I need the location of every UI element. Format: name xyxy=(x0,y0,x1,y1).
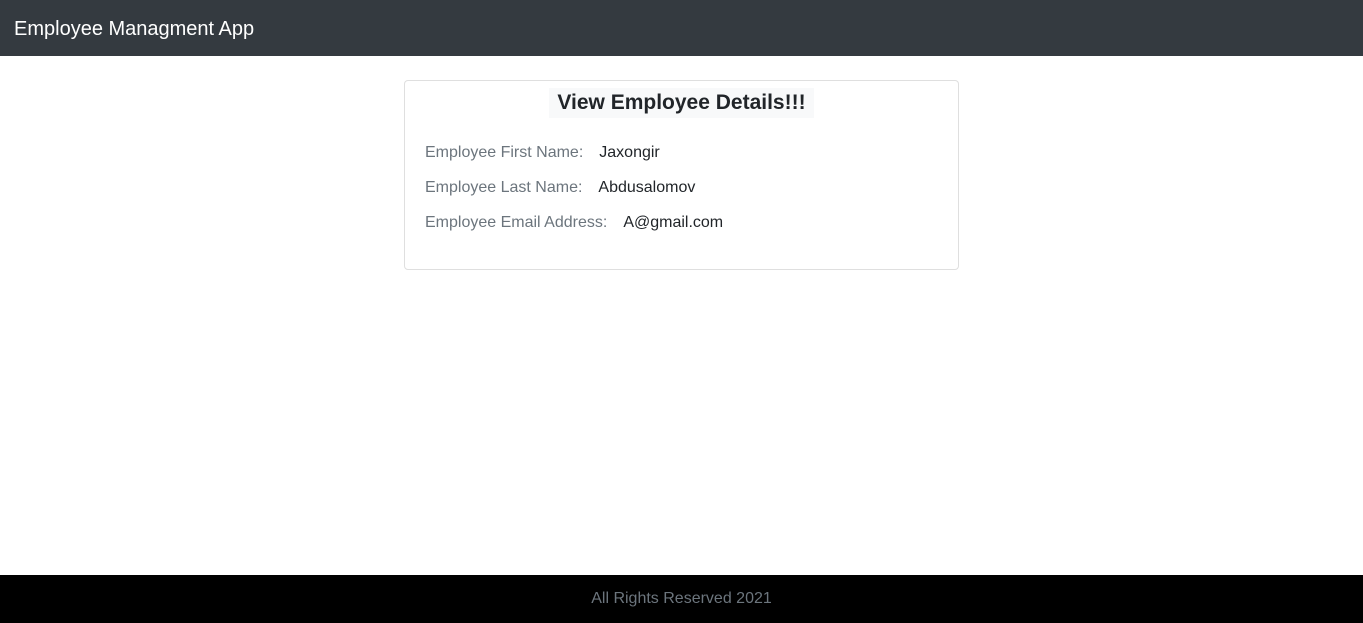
navbar: Employee Managment App xyxy=(0,0,1363,56)
first-name-row: Employee First Name: Jaxongir xyxy=(425,143,723,178)
email-value: A@gmail.com xyxy=(623,214,724,231)
last-name-value: Abdusalomov xyxy=(598,179,696,196)
employee-details-card: View Employee Details!!! Employee First … xyxy=(404,80,959,270)
last-name-row: Employee Last Name: Abdusalomov xyxy=(425,178,723,213)
email-label: Employee Email Address: xyxy=(425,214,608,231)
card-title: View Employee Details!!! xyxy=(549,88,814,118)
card-body: Employee First Name: Jaxongir Employee L… xyxy=(425,143,723,248)
first-name-value: Jaxongir xyxy=(599,144,660,161)
last-name-label: Employee Last Name: xyxy=(425,179,583,196)
page: Employee Managment App View Employee Det… xyxy=(0,0,1363,623)
first-name-label: Employee First Name: xyxy=(425,144,584,161)
navbar-brand-link[interactable]: Employee Managment App xyxy=(14,17,254,41)
footer: All Rights Reserved 2021 xyxy=(0,575,1363,623)
card-header: View Employee Details!!! xyxy=(405,88,958,118)
footer-copyright: All Rights Reserved 2021 xyxy=(591,590,772,607)
email-row: Employee Email Address: A@gmail.com xyxy=(425,213,723,248)
